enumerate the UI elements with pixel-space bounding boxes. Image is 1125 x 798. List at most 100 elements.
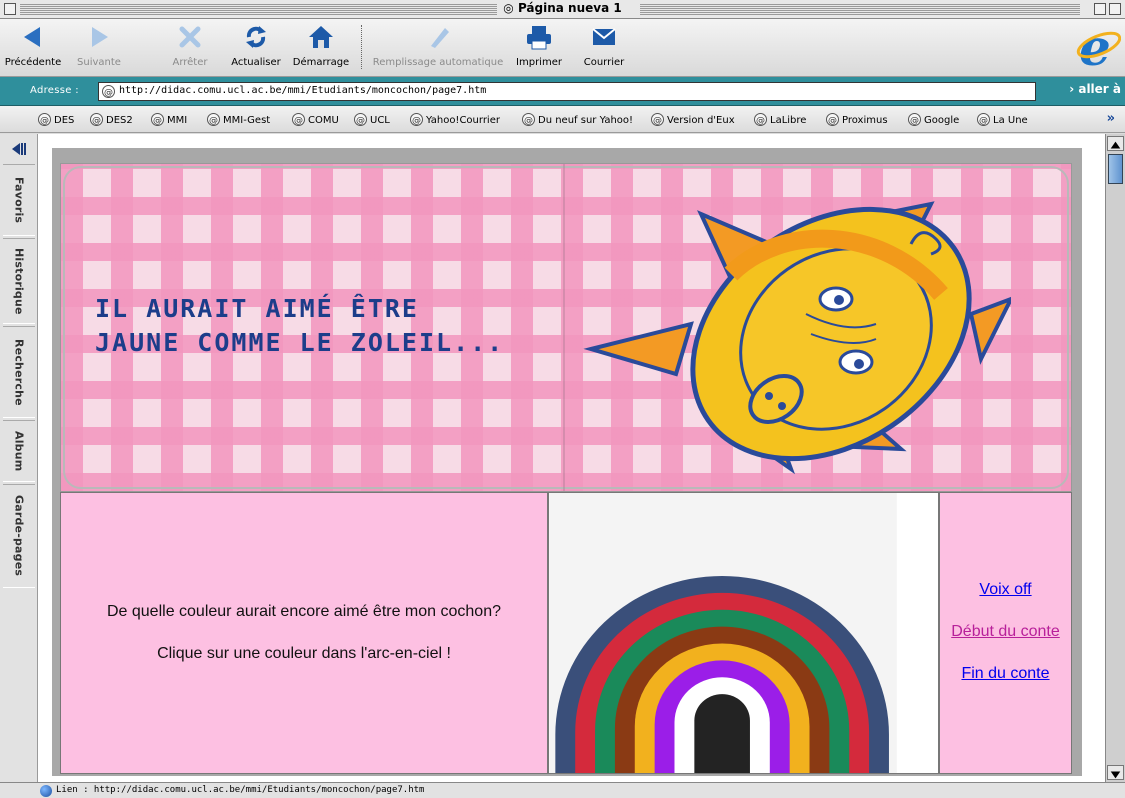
- sidebar-tab-page-holder[interactable]: Garde-pages: [3, 484, 35, 588]
- svg-text:@: @: [209, 116, 218, 126]
- svg-text:@: @: [412, 116, 421, 126]
- svg-text:@: @: [104, 88, 113, 98]
- stop-button[interactable]: Arrêter: [164, 22, 216, 68]
- rainbow-image[interactable]: [549, 493, 938, 773]
- vertical-scrollbar[interactable]: [1105, 134, 1125, 782]
- forward-button[interactable]: Suivante: [70, 22, 128, 68]
- sidebar-tab-favorites[interactable]: Favoris: [3, 164, 35, 236]
- toolbar-separator: [361, 25, 363, 69]
- favorite-at-icon: @: [207, 113, 220, 126]
- favorite-at-icon: @: [38, 113, 51, 126]
- favorite-label: Yahoo!Courrier: [426, 115, 500, 126]
- window-title-text: Página nueva 1: [517, 1, 622, 15]
- svg-text:@: @: [40, 116, 49, 126]
- internet-explorer-logo-icon[interactable]: e: [1075, 21, 1121, 71]
- stop-x-icon: [179, 26, 201, 48]
- sidebar-tab-album[interactable]: Album: [3, 420, 35, 482]
- sidebar-tab-label: Recherche: [12, 338, 26, 406]
- collapse-box[interactable]: [1109, 3, 1121, 15]
- rainbow-cell: [548, 492, 939, 774]
- back-button[interactable]: Précédente: [4, 22, 62, 68]
- refresh-button[interactable]: Actualiser: [226, 22, 286, 68]
- sidebar-toggle-icon[interactable]: [10, 142, 28, 156]
- scrollbar-thumb[interactable]: [1108, 154, 1123, 184]
- favorite-at-icon: @: [977, 113, 990, 126]
- favorite-label: DES: [54, 115, 75, 126]
- favorite-at-icon: @: [651, 113, 664, 126]
- explorer-sidebar: Favoris Historique Recherche Album Garde…: [0, 134, 38, 782]
- go-button[interactable]: › aller à: [1069, 82, 1121, 96]
- favorite-label: Proximus: [842, 115, 888, 126]
- rainbow-band[interactable]: [694, 694, 750, 773]
- banner-caption: IL AURAIT AIMÉ ÊTRE JAUNE COMME LE ZOLEI…: [95, 292, 504, 360]
- favorite-label: Google: [924, 115, 960, 126]
- address-bar: Adresse : http://didac.comu.ucl.ac.be/mm…: [0, 77, 1125, 106]
- toolbar: Précédente Suivante Arrêter Actualiser D…: [0, 19, 1125, 77]
- svg-text:@: @: [653, 116, 662, 126]
- favorite-label: La Une: [993, 115, 1028, 126]
- pig-sun-illustration: [583, 201, 1011, 475]
- favorite-label: Version d'Eux: [667, 115, 735, 126]
- favorite-at-icon: @: [151, 113, 164, 126]
- sidebar-tab-search[interactable]: Recherche: [3, 326, 35, 418]
- voice-off-link[interactable]: Voix off: [940, 581, 1071, 599]
- svg-text:e: e: [1079, 21, 1111, 71]
- favorite-item[interactable]: @ La Une: [977, 113, 1028, 126]
- svg-text:@: @: [356, 116, 365, 126]
- autofill-button[interactable]: Remplissage automatique: [372, 22, 504, 68]
- favorite-label: DES2: [106, 115, 133, 126]
- forward-label: Suivante: [77, 57, 121, 68]
- sidebar-tab-label: Album: [12, 430, 26, 472]
- favorite-item[interactable]: @ Du neuf sur Yahoo!: [522, 113, 633, 126]
- favorite-item[interactable]: @ DES: [38, 113, 74, 126]
- favorite-item[interactable]: @ MMI-Gest: [207, 113, 270, 126]
- home-button[interactable]: Démarrage: [290, 22, 352, 68]
- svg-text:@: @: [92, 116, 101, 126]
- story-end-link[interactable]: Fin du conte: [940, 665, 1071, 683]
- favorite-item[interactable]: @ Proximus: [826, 113, 888, 126]
- window-title: ◎ Página nueva 1: [0, 1, 1125, 15]
- home-label: Démarrage: [292, 57, 350, 68]
- sidebar-tab-label: Garde-pages: [12, 495, 26, 577]
- favorite-item[interactable]: @ Yahoo!Courrier: [410, 113, 500, 126]
- favorite-item[interactable]: @ LaLibre: [754, 113, 806, 126]
- status-text: Lien : http://didac.comu.ucl.ac.be/mmi/E…: [56, 785, 425, 795]
- favorite-item[interactable]: @ Google: [908, 113, 959, 126]
- favorite-at-icon: @: [292, 113, 305, 126]
- banner-image: IL AURAIT AIMÉ ÊTRE JAUNE COMME LE ZOLEI…: [60, 163, 1072, 492]
- favorite-at-icon: @: [90, 113, 103, 126]
- sidebar-tab-history[interactable]: Historique: [3, 238, 35, 324]
- status-bar: Lien : http://didac.comu.ucl.ac.be/mmi/E…: [0, 782, 1125, 798]
- rainbow-margin: [896, 493, 938, 773]
- zoom-box[interactable]: [1094, 3, 1106, 15]
- favorite-item[interactable]: @ DES2: [90, 113, 133, 126]
- favorite-label: UCL: [370, 115, 390, 126]
- autofill-pen-icon: [431, 28, 449, 48]
- story-start-link[interactable]: Début du conte: [940, 623, 1071, 641]
- globe-icon: [40, 785, 52, 797]
- mail-label: Courrier: [583, 57, 625, 68]
- printer-icon: [527, 26, 551, 50]
- favorites-more-chevron-icon[interactable]: »: [1107, 111, 1115, 126]
- svg-text:@: @: [294, 116, 303, 126]
- svg-text:@: @: [153, 116, 162, 126]
- title-bar[interactable]: ◎ Página nueva 1: [0, 0, 1125, 19]
- favorite-label: MMI-Gest: [223, 115, 271, 126]
- favorites-bar: @ DES @ DES2 @ MMI @ MMI-Gest @ COMU @ UCL @ Ya…: [0, 106, 1125, 133]
- favorite-at-icon: @: [354, 113, 367, 126]
- print-button[interactable]: Imprimer: [512, 22, 566, 68]
- svg-text:@: @: [828, 116, 837, 126]
- address-input[interactable]: http://didac.comu.ucl.ac.be/mmi/Etudiant…: [98, 82, 1036, 101]
- favorite-label: COMU: [308, 115, 339, 126]
- banner-line-2: JAUNE COMME LE ZOLEIL...: [95, 328, 505, 357]
- stop-label: Arrêter: [172, 57, 208, 68]
- favorite-item[interactable]: @ COMU: [292, 113, 339, 126]
- scroll-up-arrow-icon[interactable]: [1107, 136, 1124, 151]
- sidebar-tab-label: Historique: [12, 247, 26, 315]
- favorite-item[interactable]: @ MMI: [151, 113, 187, 126]
- print-label: Imprimer: [516, 57, 562, 68]
- mail-button[interactable]: Courrier: [578, 22, 630, 68]
- scroll-down-arrow-icon[interactable]: [1107, 765, 1124, 780]
- favorite-item[interactable]: @ Version d'Eux: [651, 113, 735, 126]
- favorite-item[interactable]: @ UCL: [354, 113, 390, 126]
